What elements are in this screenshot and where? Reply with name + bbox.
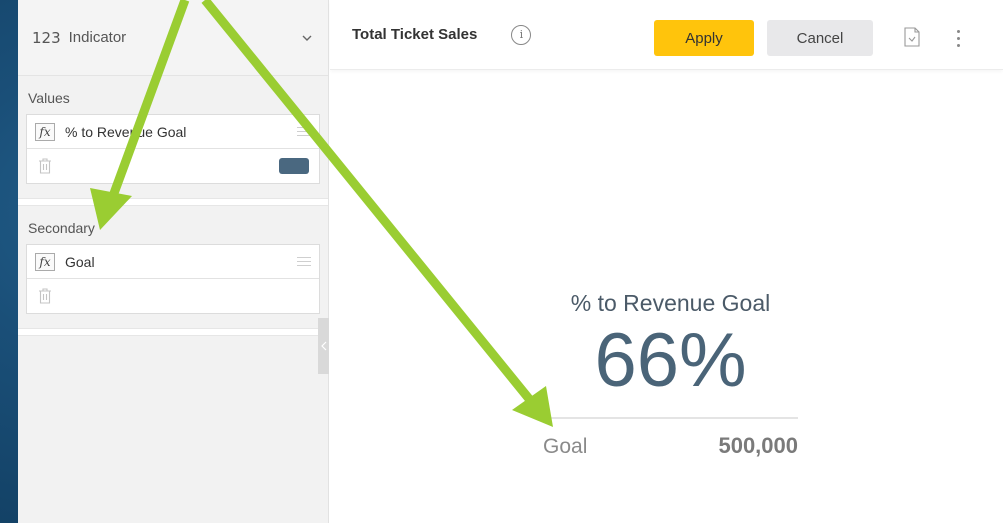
apply-button[interactable]: Apply — [654, 20, 754, 56]
indicator-value: 66% — [594, 318, 747, 403]
info-icon[interactable]: i — [511, 24, 532, 45]
secondary-field-row[interactable]: fx Goal — [27, 245, 319, 279]
more-options-icon[interactable] — [957, 30, 960, 47]
section-divider — [18, 328, 328, 336]
visualization-type-label: Indicator — [68, 29, 127, 46]
trash-icon[interactable] — [37, 287, 53, 305]
export-document-icon[interactable] — [904, 27, 920, 52]
chevron-left-icon — [320, 341, 326, 351]
values-field-name: % to Revenue Goal — [65, 123, 187, 140]
section-divider — [18, 198, 328, 206]
app-window: 123 Indicator Values fx % to Revenue Goa… — [18, 0, 1003, 523]
visualization-title[interactable]: Total Ticket Sales — [352, 26, 477, 43]
chevron-down-icon[interactable] — [300, 31, 314, 45]
cancel-button[interactable]: Cancel — [767, 20, 873, 56]
color-swatch[interactable] — [279, 158, 309, 174]
values-field-card[interactable]: fx % to Revenue Goal — [26, 114, 320, 184]
indicator-visual: % to Revenue Goal 66% Goal 500,000 — [543, 290, 798, 459]
indicator-secondary: Goal 500,000 — [543, 433, 798, 459]
values-section-title: Values — [28, 90, 70, 106]
number-icon: 123 — [32, 28, 61, 47]
secondary-field-tools — [27, 279, 319, 313]
indicator-label: % to Revenue Goal — [570, 290, 771, 316]
secondary-value: 500,000 — [718, 433, 798, 458]
editor-header: Total Ticket Sales i Apply Cancel — [330, 0, 1003, 70]
indicator-divider — [543, 417, 798, 419]
secondary-field-name: Goal — [65, 253, 95, 270]
formula-icon: fx — [35, 122, 55, 141]
collapse-sidebar-handle[interactable] — [318, 318, 329, 374]
trash-icon[interactable] — [37, 157, 53, 175]
values-field-row[interactable]: fx % to Revenue Goal — [27, 115, 319, 149]
secondary-field-card[interactable]: fx Goal — [26, 244, 320, 314]
drag-handle-icon[interactable] — [297, 257, 311, 266]
visualization-type-dropdown[interactable]: 123 Indicator — [18, 0, 328, 76]
secondary-label: Goal — [543, 435, 588, 458]
drag-handle-icon[interactable] — [297, 127, 311, 136]
settings-sidebar: 123 Indicator Values fx % to Revenue Goa… — [18, 0, 329, 523]
values-field-tools — [27, 149, 319, 183]
formula-icon: fx — [35, 252, 55, 271]
secondary-section-title: Secondary — [28, 220, 95, 236]
